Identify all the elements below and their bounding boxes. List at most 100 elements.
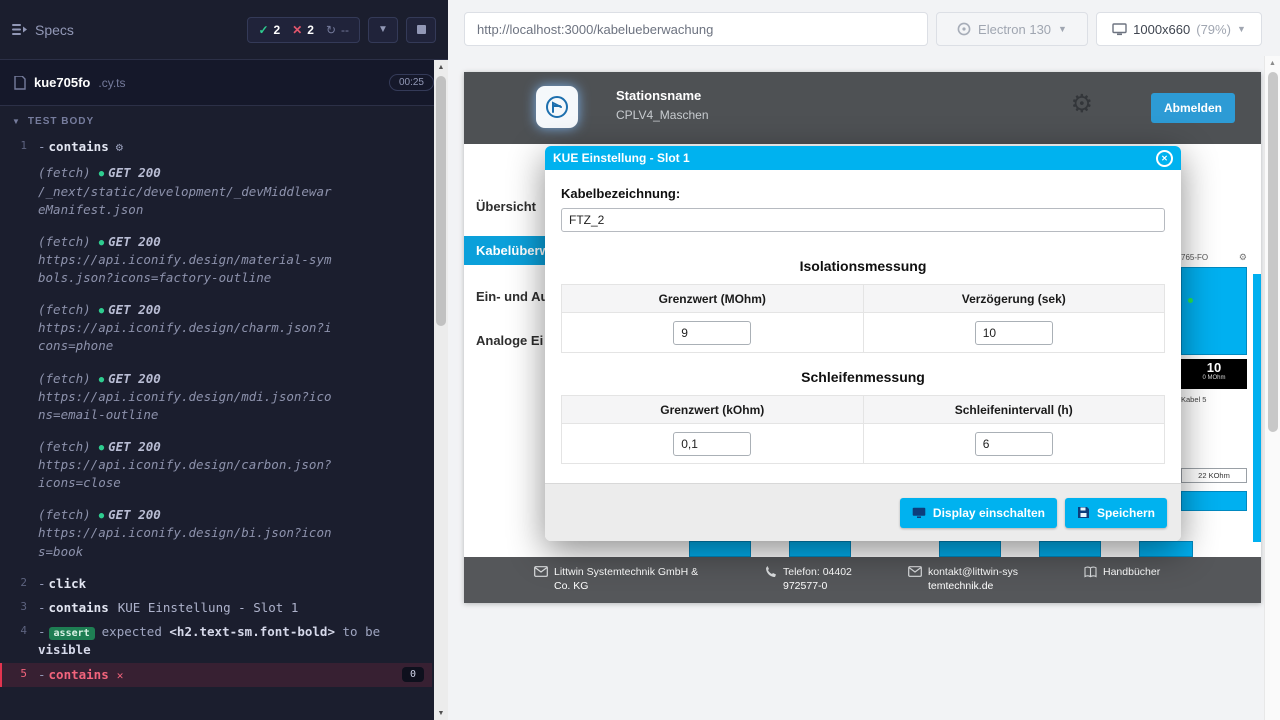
modal-footer: Display einschalten Speichern	[545, 483, 1181, 541]
crane-logo-icon	[545, 95, 569, 119]
scroll-up-icon[interactable]: ▲	[1265, 56, 1280, 70]
cyan-strip	[1253, 274, 1261, 542]
chevron-down-icon: ▼	[378, 24, 388, 35]
cyan-tile[interactable]	[689, 541, 751, 557]
scrollbar-thumb[interactable]	[1268, 72, 1278, 432]
fetch-log-entry[interactable]: (fetch)●GET 200 https://api.iconify.desi…	[0, 435, 432, 495]
settings-gear-icon[interactable]: ⚙	[1071, 92, 1093, 117]
table-row	[562, 313, 1165, 353]
stat-failed: ✕ 2	[292, 23, 314, 37]
fetch-log-entry[interactable]: (fetch)●GET 200 /_next/static/developmen…	[0, 161, 432, 221]
slot-title: 765-FO ⚙	[1181, 252, 1247, 263]
cyan-tile[interactable]	[1181, 491, 1247, 511]
logout-button[interactable]: Abmelden	[1151, 93, 1235, 123]
cyan-tile[interactable]	[1039, 541, 1101, 557]
speichern-button[interactable]: Speichern	[1065, 498, 1167, 528]
command-click[interactable]: 2 -click	[0, 572, 432, 596]
phone-icon	[764, 566, 777, 579]
command-contains-failed[interactable]: 5 -contains✕ 0	[0, 663, 432, 687]
screenshot-root: Specs ✓ 2 ✕ 2 ↻ -- ▼	[0, 0, 1280, 720]
kabelbezeichnung-input[interactable]	[561, 208, 1165, 232]
stat-pending: ↻ --	[326, 23, 349, 37]
cyan-tile[interactable]	[789, 541, 851, 557]
cyan-tile[interactable]	[939, 541, 1001, 557]
assert-element: <h2.text-sm.font-bold>	[169, 624, 335, 639]
close-icon: ✕	[1161, 154, 1168, 163]
test-stats: ✓ 2 ✕ 2 ↻ --	[247, 17, 360, 43]
fetch-log-entry[interactable]: (fetch)●GET 200 https://api.iconify.desi…	[0, 503, 432, 563]
grenzwert-kohm-input[interactable]	[673, 432, 751, 456]
modal-body: Kabelbezeichnung: Isolationsmessung Gren…	[545, 170, 1181, 483]
fetch-url: https://api.iconify.design/mdi.json?icon…	[38, 388, 338, 424]
kabel-label: Kabel 5	[1181, 395, 1247, 404]
reporter-scrollbar[interactable]: ▲ ▼	[434, 60, 448, 720]
command-contains-1[interactable]: 1 -contains⚙	[0, 135, 432, 159]
specs-list-icon	[12, 23, 27, 36]
command-contains-2[interactable]: 3 -containsKUE Einstellung - Slot 1	[0, 596, 432, 620]
assert-badge: assert	[49, 627, 95, 640]
fetch-log-entry[interactable]: (fetch)●GET 200 https://api.iconify.desi…	[0, 298, 432, 358]
page-scrollbar[interactable]: ▲	[1264, 56, 1280, 720]
scrollbar-thumb[interactable]	[436, 76, 446, 326]
littwin-logo	[536, 86, 578, 128]
station-value: CPLV4_Maschen	[616, 108, 709, 122]
slot-status-block	[1181, 267, 1247, 355]
col-grenzwert-mohm: Grenzwert (MOhm)	[562, 285, 864, 313]
app-header: Stationsname CPLV4_Maschen ⚙ Abmelden	[464, 72, 1261, 144]
x-icon: ✕	[117, 669, 124, 682]
contains-argument: KUE Einstellung - Slot 1	[118, 600, 299, 615]
stop-icon	[417, 25, 426, 34]
viewport-selector[interactable]: 1000x660 (79%) ▼	[1096, 12, 1262, 46]
status-dot-icon: ●	[99, 238, 104, 248]
kabelbezeichnung-label: Kabelbezeichnung:	[561, 186, 1165, 201]
chevron-down-icon: ▼	[1237, 24, 1246, 34]
status-dot-icon: ●	[99, 169, 104, 179]
app-footer: Littwin Systemtechnik GmbH & Co. KG Tele…	[464, 557, 1261, 603]
close-button[interactable]: ✕	[1156, 150, 1173, 167]
url-bar[interactable]: http://localhost:3000/kabelueberwachung	[464, 12, 928, 46]
specs-menu-button[interactable]: Specs	[12, 22, 74, 38]
scroll-down-icon[interactable]: ▼	[434, 706, 448, 720]
kue-settings-modal: KUE Einstellung - Slot 1 ✕ Kabelbezeichn…	[545, 146, 1181, 541]
scroll-up-icon[interactable]: ▲	[434, 60, 448, 74]
refresh-icon: ↻	[326, 23, 336, 37]
fetch-log-entry[interactable]: (fetch)●GET 200 https://api.iconify.desi…	[0, 230, 432, 290]
retry-count-badge: 0	[402, 667, 424, 682]
verzoegerung-sek-input[interactable]	[975, 321, 1053, 345]
status-dot-icon: ●	[99, 375, 104, 385]
envelope-icon	[908, 566, 922, 577]
specs-label: Specs	[35, 22, 74, 38]
aut-topbar: http://localhost:3000/kabelueberwachung …	[464, 12, 1262, 46]
suite-test-body[interactable]: ▼ TEST BODY	[0, 106, 448, 135]
grenzwert-mohm-input[interactable]	[673, 321, 751, 345]
fetch-url: /_next/static/development/_devMiddleware…	[38, 183, 338, 219]
monitor-icon	[1112, 23, 1127, 36]
modal-header: KUE Einstellung - Slot 1 ✕	[545, 146, 1181, 170]
stop-tests-button[interactable]	[406, 17, 436, 43]
spec-file-icon	[14, 76, 26, 90]
fetch-log-entry[interactable]: (fetch)●GET 200 https://api.iconify.desi…	[0, 367, 432, 427]
schleifenintervall-input[interactable]	[975, 432, 1053, 456]
display-einschalten-button[interactable]: Display einschalten	[900, 498, 1057, 528]
cyan-tile[interactable]	[1139, 541, 1193, 557]
isolationsmessung-heading: Isolationsmessung	[561, 258, 1165, 274]
check-icon: ✓	[258, 23, 268, 37]
fetch-url: https://api.iconify.design/material-symb…	[38, 251, 338, 287]
footer-manuals-link[interactable]: Handbücher	[1084, 565, 1160, 579]
spec-duration-badge: 00:25	[389, 74, 434, 91]
col-verzoegerung-sek: Verzögerung (sek)	[863, 285, 1165, 313]
fetch-url: https://api.iconify.design/bi.json?icons…	[38, 524, 338, 560]
station-info: Stationsname CPLV4_Maschen	[616, 88, 709, 122]
collapse-chevron-button[interactable]: ▼	[368, 17, 398, 43]
gear-icon[interactable]: ⚙	[1239, 252, 1247, 263]
display-icon	[912, 507, 926, 519]
app-under-test: Stationsname CPLV4_Maschen ⚙ Abmelden Üb…	[464, 72, 1261, 603]
status-led-icon	[1188, 298, 1193, 303]
browser-selector[interactable]: Electron 130 ▼	[936, 12, 1088, 46]
col-grenzwert-kohm: Grenzwert (kOhm)	[562, 396, 864, 424]
spec-file-row[interactable]: kue705fo .cy.ts 00:25	[0, 60, 448, 106]
stat-passed: ✓ 2	[258, 23, 280, 37]
fetch-url: https://api.iconify.design/charm.json?ic…	[38, 319, 338, 355]
status-dot-icon: ●	[99, 511, 104, 521]
command-assert[interactable]: 4 -assertexpected <h2.text-sm.font-bold>…	[0, 620, 432, 663]
